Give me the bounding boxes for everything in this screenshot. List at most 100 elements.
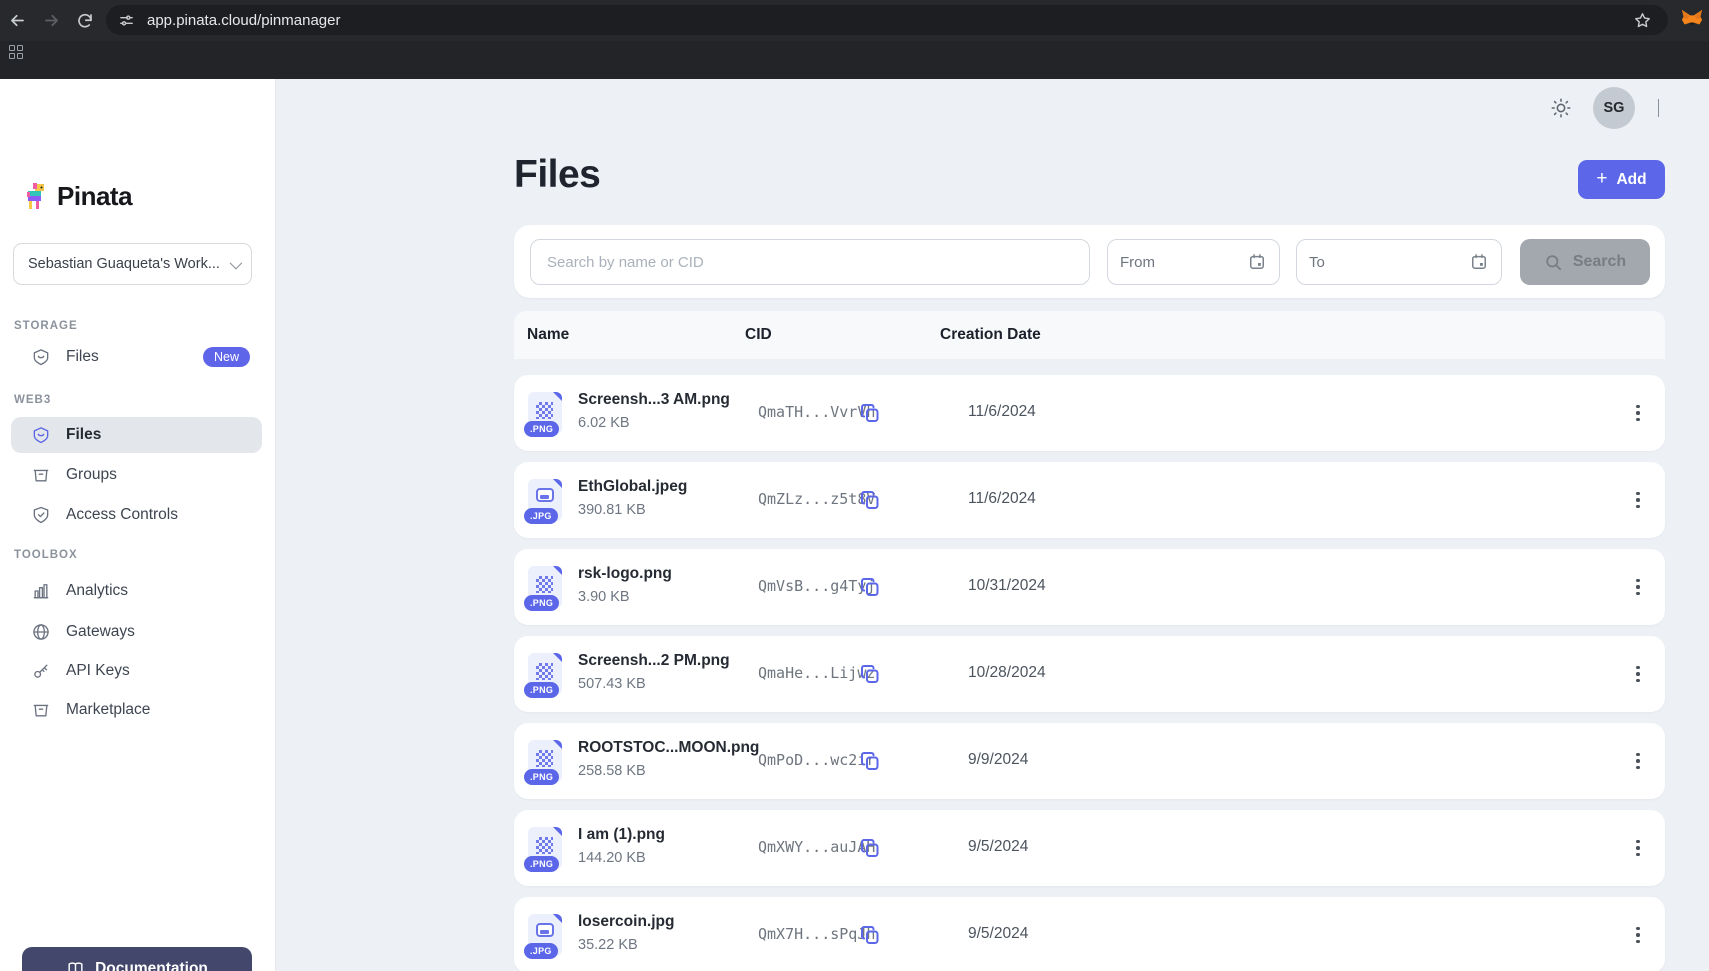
topbar: SG bbox=[1546, 87, 1665, 129]
file-extension-badge: .JPG bbox=[524, 508, 558, 524]
file-type-icon: .JPG bbox=[528, 914, 562, 956]
file-creation-date: 10/28/2024 bbox=[968, 664, 1046, 682]
bucket-icon bbox=[31, 465, 51, 485]
file-type-icon: .PNG bbox=[528, 827, 562, 869]
workspace-select[interactable]: Sebastian Guaqueta's Work... bbox=[13, 243, 252, 285]
theme-toggle-sun-icon[interactable] bbox=[1546, 93, 1576, 123]
file-name: Screensh...2 PM.png bbox=[578, 652, 730, 670]
browser-chrome: app.pinata.cloud/pinmanager bbox=[0, 0, 1709, 79]
copy-cid-icon[interactable] bbox=[858, 662, 882, 686]
copy-cid-icon[interactable] bbox=[858, 923, 882, 947]
filter-bar: Search bbox=[514, 225, 1665, 298]
row-menu-kebab-icon[interactable] bbox=[1624, 660, 1652, 688]
logo-wordmark: Pinata bbox=[57, 181, 132, 212]
calendar-icon[interactable] bbox=[1247, 252, 1267, 272]
add-button[interactable]: + Add bbox=[1578, 160, 1665, 199]
plus-icon: + bbox=[1596, 168, 1607, 190]
file-extension-badge: .PNG bbox=[524, 421, 559, 437]
row-menu-kebab-icon[interactable] bbox=[1624, 486, 1652, 514]
calendar-icon[interactable] bbox=[1469, 252, 1489, 272]
bar-chart-icon bbox=[31, 581, 51, 601]
sidebar-item-web3-files[interactable]: Files bbox=[11, 417, 262, 453]
workspace-name: Sebastian Guaqueta's Work... bbox=[28, 256, 230, 272]
url-text[interactable]: app.pinata.cloud/pinmanager bbox=[147, 12, 1633, 29]
row-menu-kebab-icon[interactable] bbox=[1624, 399, 1652, 427]
file-extension-badge: .PNG bbox=[524, 769, 559, 785]
main-content: SG Files + Add Search Name CID Creation … bbox=[276, 79, 1709, 971]
sidebar-item-api-keys[interactable]: API Keys bbox=[11, 653, 262, 689]
bookmark-star-icon[interactable] bbox=[1633, 11, 1652, 30]
file-type-icon: .PNG bbox=[528, 392, 562, 434]
url-bar[interactable]: app.pinata.cloud/pinmanager bbox=[106, 5, 1668, 35]
file-type-icon: .PNG bbox=[528, 653, 562, 695]
page-title: Files bbox=[514, 153, 600, 197]
file-size: 144.20 KB bbox=[578, 850, 646, 866]
file-name: ROOTSTOC...MOON.png bbox=[578, 739, 759, 757]
sidebar-item-label: API Keys bbox=[66, 662, 130, 680]
file-size: 6.02 KB bbox=[578, 415, 630, 431]
table-row[interactable]: .PNG Screensh...2 PM.png 507.43 KB QmaHe… bbox=[514, 636, 1665, 712]
table-row[interactable]: .JPG losercoin.jpg 35.22 KB QmX7H...sPqJ… bbox=[514, 897, 1665, 971]
sidebar-item-storage-files[interactable]: Files New bbox=[11, 339, 262, 375]
sidebar-item-groups[interactable]: Groups bbox=[11, 457, 262, 493]
file-creation-date: 11/6/2024 bbox=[968, 403, 1036, 421]
pinata-logo[interactable]: Pinata bbox=[26, 181, 132, 212]
date-from-input[interactable] bbox=[1120, 254, 1247, 271]
row-menu-kebab-icon[interactable] bbox=[1624, 921, 1652, 949]
row-menu-kebab-icon[interactable] bbox=[1624, 834, 1652, 862]
file-extension-badge: .PNG bbox=[524, 595, 559, 611]
date-to-field[interactable] bbox=[1296, 239, 1502, 285]
copy-cid-icon[interactable] bbox=[858, 836, 882, 860]
file-size: 507.43 KB bbox=[578, 676, 646, 692]
file-extension-badge: .PNG bbox=[524, 856, 559, 872]
date-to-input[interactable] bbox=[1309, 254, 1469, 271]
table-row[interactable]: .JPG EthGlobal.jpeg 390.81 KB QmZLz...z5… bbox=[514, 462, 1665, 538]
account-chevron-down-icon[interactable] bbox=[1652, 93, 1665, 123]
metamask-extension-icon[interactable] bbox=[1681, 8, 1703, 30]
site-settings-icon[interactable] bbox=[118, 12, 135, 29]
file-name: Screensh...3 AM.png bbox=[578, 391, 730, 409]
row-menu-kebab-icon[interactable] bbox=[1624, 747, 1652, 775]
back-icon[interactable] bbox=[0, 4, 34, 38]
chevron-down-icon bbox=[230, 256, 243, 269]
copy-cid-icon[interactable] bbox=[858, 575, 882, 599]
row-menu-kebab-icon[interactable] bbox=[1624, 573, 1652, 601]
table-row[interactable]: .PNG Screensh...3 AM.png 6.02 KB QmaTH..… bbox=[514, 375, 1665, 451]
copy-cid-icon[interactable] bbox=[858, 749, 882, 773]
forward-icon[interactable] bbox=[34, 4, 68, 38]
table-header: Name CID Creation Date bbox=[514, 311, 1665, 359]
new-badge: New bbox=[203, 347, 250, 367]
sidebar-item-label: Gateways bbox=[66, 623, 135, 641]
file-name: rsk-logo.png bbox=[578, 565, 672, 583]
documentation-button[interactable]: Documentation bbox=[22, 947, 252, 971]
apps-grid-icon[interactable] bbox=[9, 45, 24, 60]
sidebar-item-label: Analytics bbox=[66, 582, 128, 600]
file-creation-date: 9/9/2024 bbox=[968, 751, 1028, 769]
table-row[interactable]: .PNG rsk-logo.png 3.90 KB QmVsB...g4Tyj … bbox=[514, 549, 1665, 625]
file-name: I am (1).png bbox=[578, 826, 665, 844]
avatar[interactable]: SG bbox=[1593, 87, 1635, 129]
file-size: 35.22 KB bbox=[578, 937, 638, 953]
copy-cid-icon[interactable] bbox=[858, 488, 882, 512]
file-type-icon: .PNG bbox=[528, 740, 562, 782]
sidebar-item-label: Files bbox=[66, 348, 99, 366]
sidebar-item-label: Marketplace bbox=[66, 701, 150, 719]
copy-cid-icon[interactable] bbox=[858, 401, 882, 425]
sidebar-item-gateways[interactable]: Gateways bbox=[11, 614, 262, 650]
search-button[interactable]: Search bbox=[1520, 239, 1650, 285]
date-from-field[interactable] bbox=[1107, 239, 1280, 285]
sidebar-item-label: Access Controls bbox=[66, 506, 178, 524]
book-icon bbox=[66, 960, 85, 971]
file-creation-date: 9/5/2024 bbox=[968, 925, 1028, 943]
file-type-icon: .PNG bbox=[528, 566, 562, 608]
section-toolbox: TOOLBOX bbox=[14, 549, 78, 561]
table-row[interactable]: .PNG ROOTSTOC...MOON.png 258.58 KB QmPoD… bbox=[514, 723, 1665, 799]
table-row[interactable]: .PNG I am (1).png 144.20 KB QmXWY...auJA… bbox=[514, 810, 1665, 886]
sidebar-item-access-controls[interactable]: Access Controls bbox=[11, 497, 262, 533]
search-input[interactable] bbox=[530, 239, 1090, 285]
file-creation-date: 11/6/2024 bbox=[968, 490, 1036, 508]
sidebar-item-marketplace[interactable]: Marketplace bbox=[11, 692, 262, 728]
sidebar-item-analytics[interactable]: Analytics bbox=[11, 573, 262, 609]
section-storage: STORAGE bbox=[14, 320, 78, 332]
reload-icon[interactable] bbox=[68, 4, 102, 38]
